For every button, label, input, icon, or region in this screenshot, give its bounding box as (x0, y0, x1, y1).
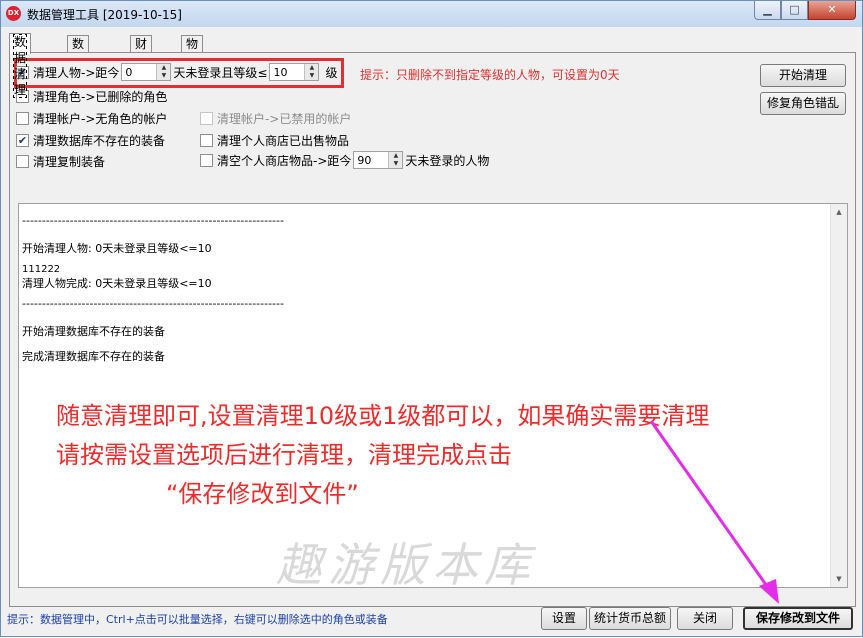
tab-label: 数据清理 (12, 34, 28, 98)
arrow-line (649, 420, 778, 600)
tab-data-clean[interactable]: 数据清理 (9, 33, 32, 98)
save-to-file-button[interactable]: 保存修改到文件 (743, 607, 853, 630)
arrow-head (759, 579, 779, 604)
annotation-arrow (649, 420, 779, 604)
main-window: DX 数据管理工具 [2019-10-15] ▁ □ ✕ 数据清理 数据管理 财… (0, 0, 863, 637)
close-button[interactable]: 关闭 (677, 607, 733, 630)
status-hint: 提示：数据管理中，Ctrl+点击可以批量选择，右键可以删除选中的角色或装备 (7, 613, 388, 626)
settings-button[interactable]: 设置 (541, 607, 587, 630)
currency-stats-button[interactable]: 统计货币总额 (589, 607, 671, 630)
